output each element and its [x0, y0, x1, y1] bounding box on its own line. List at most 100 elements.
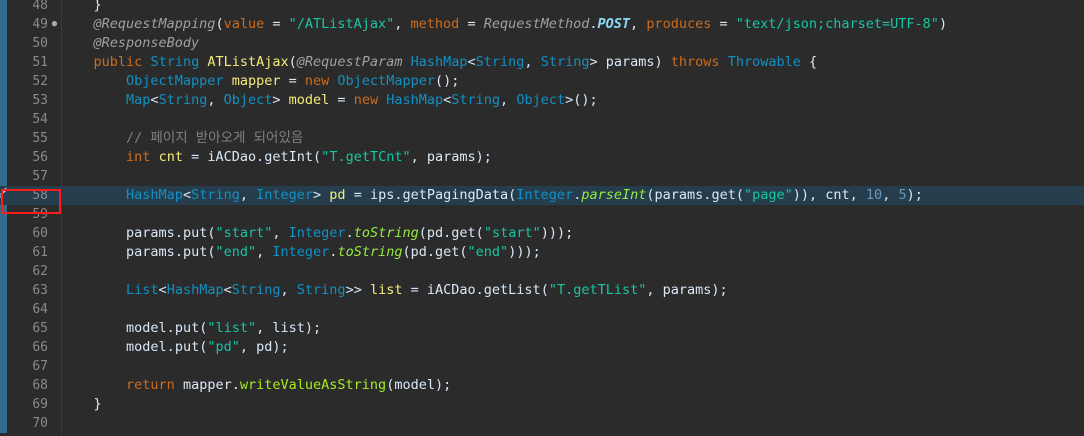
code-token: ( [418, 225, 427, 241]
code-line[interactable]: 70 [0, 414, 1084, 433]
breakpoint-marker[interactable] [0, 186, 8, 205]
code-token: , [646, 282, 663, 298]
code-text[interactable]: params.put("start", Integer.toString(pd.… [61, 224, 573, 243]
code-token: , [500, 92, 517, 108]
change-ruler-segment [0, 110, 7, 129]
code-line[interactable]: 67 [0, 357, 1084, 376]
code-token: Integer [272, 244, 330, 260]
change-ruler-segment [0, 395, 7, 414]
change-ruler-segment [0, 15, 7, 34]
code-text[interactable]: // 페이지 받아오게 되어있음 [61, 129, 303, 148]
code-line[interactable]: 59 [0, 205, 1084, 224]
code-text[interactable]: } [61, 0, 102, 15]
code-text[interactable]: @RequestMapping(value = "/ATListAjax", m… [61, 15, 948, 34]
code-line[interactable]: 51 public String ATListAjax(@RequestPara… [0, 53, 1084, 72]
code-text[interactable]: int cnt = iACDao.getInt("T.getTCnt", par… [61, 148, 492, 167]
code-text[interactable]: model.put("pd", pd); [61, 338, 289, 357]
code-token: String [158, 92, 208, 108]
code-token: > [589, 54, 606, 70]
code-text[interactable]: ObjectMapper mapper = new ObjectMapper()… [61, 72, 459, 91]
code-token: value [223, 16, 265, 32]
breakpoint-icon[interactable] [0, 186, 8, 205]
code-token: < [182, 187, 192, 203]
code-text[interactable]: public String ATListAjax(@RequestParam H… [61, 53, 818, 72]
code-token: "/ATListAjax" [288, 16, 395, 32]
code-token: "start" [483, 225, 541, 241]
code-token: ips [369, 187, 395, 203]
code-text[interactable]: HashMap<String, Integer> pd = ips.getPag… [61, 186, 923, 205]
code-line[interactable]: 54 [0, 110, 1084, 129]
code-line[interactable]: 63 List<HashMap<String, String>> list = … [0, 281, 1084, 300]
fold-toggle-icon [50, 262, 59, 281]
code-token: , [256, 320, 273, 336]
code-token: "T.getTList" [548, 282, 647, 298]
code-token: pd [256, 339, 273, 355]
code-line[interactable]: 62 [0, 262, 1084, 281]
code-token: cnt [825, 187, 850, 203]
line-number: 52 [32, 74, 48, 89]
code-token: toString [337, 244, 403, 260]
code-token: int [126, 149, 151, 165]
code-text[interactable]: List<HashMap<String, String>> list = iAC… [61, 281, 728, 300]
code-text[interactable]: } [61, 395, 102, 414]
change-ruler-segment [0, 53, 7, 72]
code-line[interactable]: 64 [0, 300, 1084, 319]
code-token: String [150, 54, 200, 70]
code-token: pd [410, 244, 427, 260]
code-token: HashMap [166, 282, 224, 298]
change-ruler-segment [0, 224, 7, 243]
code-token: get [435, 244, 460, 260]
change-ruler-segment [0, 281, 7, 300]
code-token: , [849, 187, 866, 203]
code-token: , [280, 282, 297, 298]
line-number: 65 [32, 321, 48, 336]
code-token: String [451, 92, 501, 108]
code-token: mapper [231, 73, 281, 89]
code-token: POST [597, 16, 631, 32]
code-line[interactable]: 68 return mapper.writeValueAsString(mode… [0, 376, 1084, 395]
code-line[interactable]: 52 ObjectMapper mapper = new ObjectMappe… [0, 72, 1084, 91]
code-line[interactable]: 61 params.put("end", Integer.toString(pd… [0, 243, 1084, 262]
code-token: . [166, 339, 175, 355]
code-text[interactable]: model.put("list", list); [61, 319, 321, 338]
line-number: 50 [32, 36, 48, 51]
fold-toggle-icon [50, 395, 59, 414]
fold-toggle-icon[interactable]: ● [50, 15, 59, 34]
code-token: , [630, 16, 647, 32]
code-line[interactable]: 55 // 페이지 받아오게 되어있음 [0, 129, 1084, 148]
code-line[interactable]: 50 @ResponseBody [0, 34, 1084, 53]
code-token: ); [906, 187, 923, 203]
code-token: list [369, 282, 403, 298]
code-line[interactable]: 57 [0, 167, 1084, 186]
change-ruler-segment [0, 300, 7, 319]
code-line[interactable]: 48 } [0, 0, 1084, 15]
code-line[interactable]: 49 ● @RequestMapping(value = "/ATListAjax… [0, 15, 1084, 34]
code-line[interactable]: 69 } [0, 395, 1084, 414]
code-token: get [451, 225, 476, 241]
code-line[interactable]: 56 int cnt = iACDao.getInt("T.getTCnt", … [0, 148, 1084, 167]
code-line[interactable]: 60 params.put("start", Integer.toString(… [0, 224, 1084, 243]
line-number: 66 [32, 340, 48, 355]
code-line[interactable]: 58 HashMap<String, Integer> pd = ips.get… [0, 186, 1084, 205]
code-line[interactable]: 66 model.put("pd", pd); [0, 338, 1084, 357]
code-token: ); [272, 339, 289, 355]
code-token: ); [475, 149, 492, 165]
code-line[interactable]: 65 model.put("list", list); [0, 319, 1084, 338]
code-token: ( [540, 282, 549, 298]
code-text[interactable]: params.put("end", Integer.toString(pd.ge… [61, 243, 541, 262]
change-ruler-segment [0, 376, 7, 395]
code-token: "T.getTCnt" [321, 149, 411, 165]
code-text[interactable]: return mapper.writeValueAsString(model); [61, 376, 451, 395]
line-number: 54 [32, 112, 48, 127]
code-text[interactable]: Map<String, Object> model = new HashMap<… [61, 91, 598, 110]
code-token: getInt [264, 149, 314, 165]
code-text[interactable]: @ResponseBody [61, 34, 200, 53]
code-token: iACDao [426, 282, 476, 298]
code-editor[interactable]: 48 } 49 ● @RequestMapping(value = "/ATList… [0, 0, 1084, 436]
code-line[interactable]: 53 Map<String, Object> model = new HashM… [0, 91, 1084, 110]
